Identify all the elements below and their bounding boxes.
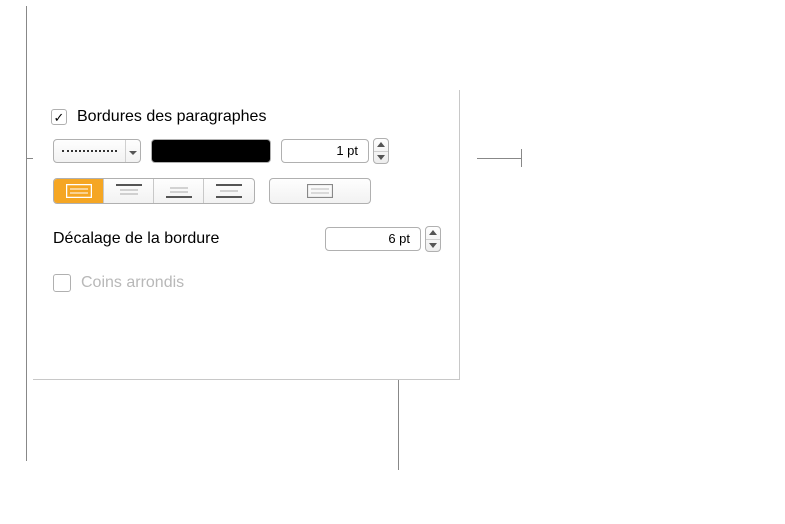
stepper-up-icon[interactable]	[374, 139, 388, 152]
border-offset-stepper[interactable]	[425, 226, 441, 252]
border-between-paragraphs-button[interactable]	[270, 179, 370, 203]
borders-enabled-checkbox[interactable]	[51, 109, 67, 125]
border-offset-row: Décalage de la bordure 6 pt	[53, 226, 441, 252]
border-weight-control: 1 pt	[281, 138, 389, 164]
border-position-row	[53, 178, 441, 204]
border-offset-field[interactable]: 6 pt	[325, 227, 421, 251]
border-top-bottom-button[interactable]	[204, 179, 254, 203]
border-position-group	[53, 178, 255, 204]
border-offset-control: 6 pt	[325, 226, 441, 252]
rounded-corners-row: Coins arrondis	[53, 274, 441, 292]
border-top-button[interactable]	[104, 179, 154, 203]
border-weight-stepper[interactable]	[373, 138, 389, 164]
border-offset-label: Décalage de la bordure	[53, 230, 219, 248]
border-weight-field[interactable]: 1 pt	[281, 139, 369, 163]
line-style-dropdown[interactable]	[53, 139, 141, 163]
border-color-well[interactable]	[151, 139, 271, 163]
stepper-up-icon[interactable]	[426, 227, 440, 240]
border-between-group	[269, 178, 371, 204]
borders-enabled-row: Bordures des paragraphes	[51, 108, 441, 126]
border-all-sides-button[interactable]	[54, 179, 104, 203]
panel-title: Bordures des paragraphes	[77, 108, 266, 126]
callout-line-left	[26, 6, 27, 461]
line-style-preview	[54, 140, 125, 162]
paragraph-borders-panel: Bordures des paragraphes 1 pt	[33, 90, 460, 380]
rounded-corners-checkbox[interactable]	[53, 274, 71, 292]
callout-line-right-to-weight	[477, 158, 522, 159]
rounded-corners-label: Coins arrondis	[81, 274, 184, 292]
border-bottom-button[interactable]	[154, 179, 204, 203]
chevron-down-icon	[125, 140, 140, 162]
stepper-down-icon[interactable]	[374, 152, 388, 164]
callout-line-right-vert	[521, 149, 522, 167]
border-style-controls: 1 pt	[53, 138, 441, 164]
stepper-down-icon[interactable]	[426, 240, 440, 252]
